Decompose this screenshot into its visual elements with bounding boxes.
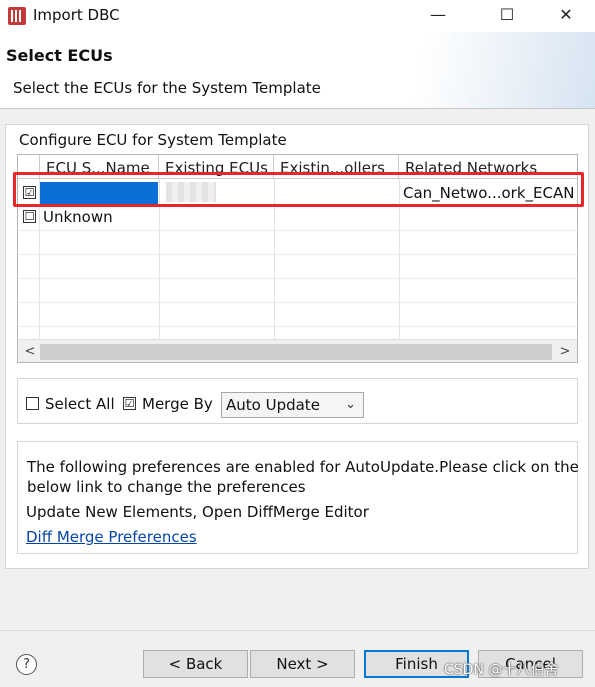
page-description: Select the ECUs for the System Template: [13, 79, 321, 97]
close-icon[interactable]: ✕: [543, 0, 589, 32]
highlight-annotation: [13, 172, 584, 207]
diff-merge-preferences-link[interactable]: Diff Merge Preferences: [26, 528, 197, 546]
merge-by-label[interactable]: Merge By: [142, 395, 213, 413]
page-title: Select ECUs: [6, 46, 113, 65]
horizontal-scrollbar[interactable]: < >: [18, 339, 577, 362]
minimize-icon[interactable]: —: [415, 0, 461, 32]
wizard-header: Select ECUs Select the ECUs for the Syst…: [0, 32, 595, 108]
help-icon[interactable]: ?: [16, 654, 37, 675]
grid-line: [18, 302, 577, 303]
grid-line: [18, 254, 577, 255]
scroll-thumb[interactable]: [40, 344, 552, 360]
select-all-label[interactable]: Select All: [45, 395, 115, 413]
info-text-line1: The following preferences are enabled fo…: [27, 458, 579, 476]
merge-mode-dropdown[interactable]: Auto Update ⌄: [221, 392, 364, 418]
ecu-name: Unknown: [43, 208, 113, 226]
header-divider: [0, 108, 595, 109]
app-icon: [8, 7, 26, 25]
chevron-down-icon: ⌄: [345, 397, 356, 412]
window-title: Import DBC: [33, 6, 120, 24]
scroll-left-icon[interactable]: <: [20, 342, 40, 362]
scroll-right-icon[interactable]: >: [555, 342, 575, 362]
row-checkbox[interactable]: ☐: [23, 210, 36, 223]
merge-by-checkbox[interactable]: ☑: [123, 397, 136, 410]
grid-line: [18, 326, 577, 327]
grid-line: [18, 230, 577, 231]
select-all-checkbox[interactable]: ☐: [26, 397, 39, 410]
watermark: CSDN @十八伯舍: [444, 662, 559, 678]
info-text-line3: Update New Elements, Open DiffMerge Edit…: [26, 503, 369, 521]
group-label: Configure ECU for System Template: [18, 131, 288, 149]
back-button[interactable]: < Back: [143, 650, 248, 678]
title-bar: Import DBC — ☐ ✕: [0, 0, 595, 32]
footer-divider: [0, 630, 595, 631]
merge-mode-value: Auto Update: [226, 396, 320, 414]
info-text-line2: below link to change the preferences: [27, 478, 306, 496]
grid-line: [18, 278, 577, 279]
next-button[interactable]: Next >: [250, 650, 355, 678]
maximize-icon[interactable]: ☐: [484, 0, 530, 32]
